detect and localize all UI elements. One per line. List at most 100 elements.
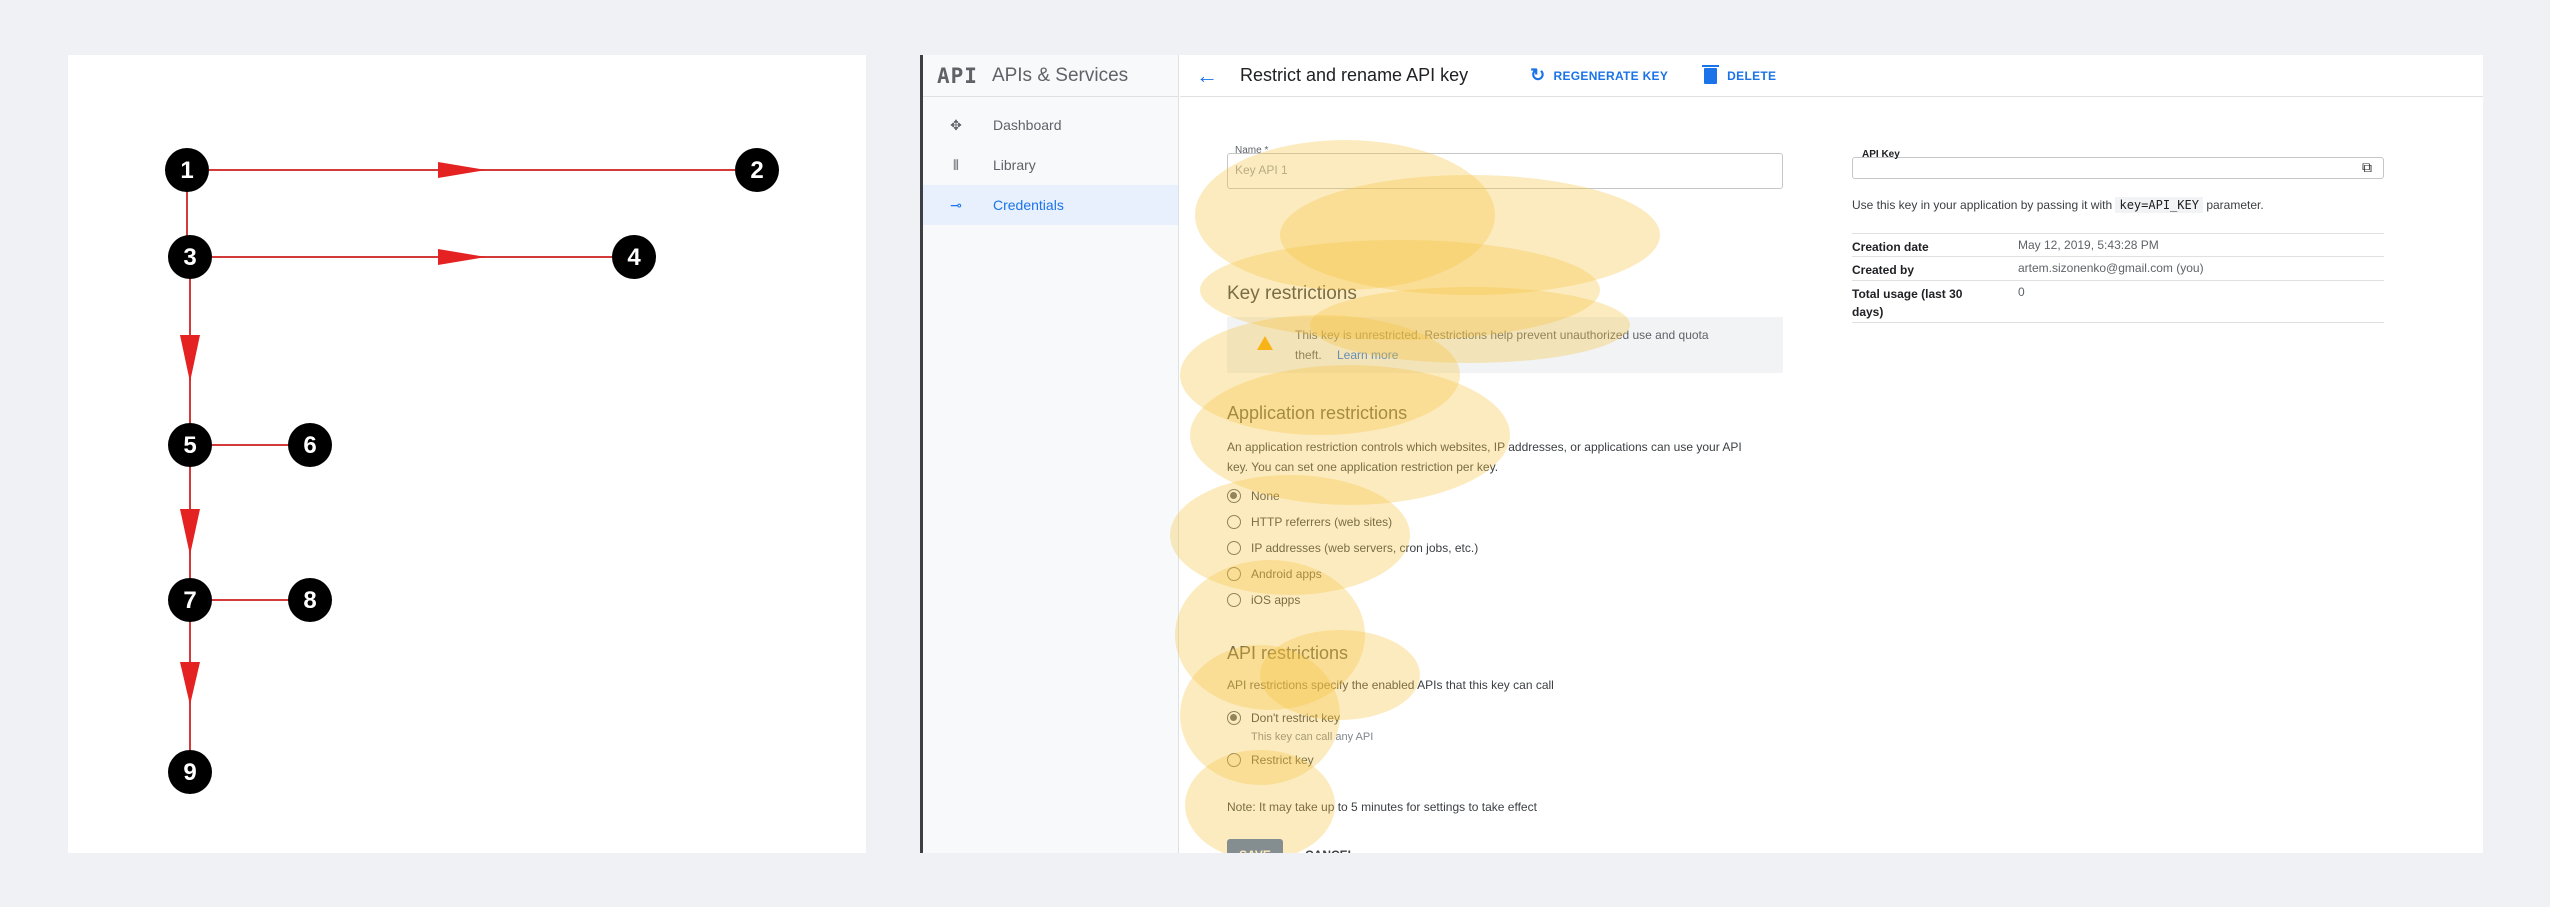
- learn-more-link[interactable]: Learn more: [1337, 345, 1398, 365]
- regenerate-key-button[interactable]: ↻ REGENERATE KEY: [1530, 65, 1668, 86]
- app-option-label: HTTP referrers (web sites): [1251, 515, 1393, 529]
- arrow-3-4: [438, 249, 486, 265]
- app-option-none[interactable]: None: [1227, 489, 1280, 503]
- creation-date-row: Creation date May 12, 2019, 5:43:28 PM: [1852, 233, 2384, 257]
- sidebar-item-library[interactable]: ⦀ Library: [923, 145, 1178, 185]
- svg-text:1: 1: [180, 157, 193, 184]
- app-option-ip-addresses[interactable]: IP addresses (web servers, cron jobs, et…: [1227, 541, 1478, 555]
- name-field[interactable]: [1227, 153, 1783, 189]
- app-option-label: None: [1251, 489, 1280, 503]
- api-option-label: Restrict key: [1251, 753, 1314, 767]
- radio-selected[interactable]: [1227, 711, 1241, 725]
- api-key-field[interactable]: [1852, 157, 2384, 179]
- created-by-row: Created by artem.sizonenko@gmail.com (yo…: [1852, 257, 2384, 281]
- radio[interactable]: [1227, 567, 1241, 581]
- app-option-label: iOS apps: [1251, 593, 1301, 607]
- node-6: 6: [288, 423, 332, 467]
- api-option-restrict[interactable]: Restrict key: [1227, 753, 1314, 767]
- radio[interactable]: [1227, 541, 1241, 555]
- delete-button[interactable]: DELETE: [1702, 64, 1777, 84]
- total-usage-key: Total usage (last 30 days): [1852, 287, 1963, 319]
- top-bar: ← Restrict and rename API key ↻ REGENERA…: [1180, 55, 2483, 97]
- usage-hint-suffix: parameter.: [2206, 198, 2264, 212]
- api-key-label: API Key: [1862, 149, 1900, 160]
- api-option-sublabel: This key can call any API: [1251, 731, 1374, 743]
- arrow-1-2: [438, 162, 486, 178]
- node-3: 3: [168, 235, 212, 279]
- flow-diagram: 1 2 3 4 5 6 7 8 9: [165, 148, 779, 794]
- sidebar-item-label: Credentials: [993, 197, 1064, 213]
- page-title: Restrict and rename API key: [1240, 65, 1469, 85]
- restrict-key-form: Name * Key API 1 Key restrictions This k…: [1227, 97, 1787, 853]
- node-9: 9: [168, 750, 212, 794]
- console-screenshot: API APIs & Services ✥ Dashboard ⦀ Librar…: [920, 55, 2483, 853]
- node-7: 7: [168, 578, 212, 622]
- unrestricted-warning: This key is unrestricted. Restrictions h…: [1227, 317, 1783, 373]
- app-restrictions-heading: Application restrictions: [1227, 403, 1408, 423]
- usage-hint: Use this key in your application by pass…: [1852, 195, 2264, 215]
- svg-text:6: 6: [303, 432, 316, 459]
- svg-text:9: 9: [183, 759, 196, 786]
- trash-icon: [1702, 64, 1720, 84]
- api-option-label: Don't restrict key: [1251, 711, 1340, 725]
- settings-note: Note: It may take up to 5 minutes for se…: [1227, 800, 1537, 814]
- svg-text:8: 8: [303, 587, 316, 614]
- svg-text:4: 4: [627, 244, 641, 271]
- node-2: 2: [735, 148, 779, 192]
- api-key-info: API Key ⧉ Use this key in your applicati…: [1852, 97, 2452, 497]
- usage-code: key=API_KEY: [2115, 197, 2203, 213]
- app-restrictions-description: An application restriction controls whic…: [1227, 440, 1742, 454]
- flow-diagram-panel: 1 2 3 4 5 6 7 8 9: [68, 55, 866, 853]
- delete-label: DELETE: [1727, 68, 1777, 83]
- arrow-7-9: [180, 662, 200, 705]
- total-usage-row: Total usage (last 30 days) 0: [1852, 281, 2384, 323]
- sidebar: API APIs & Services ✥ Dashboard ⦀ Librar…: [923, 55, 1179, 853]
- app-option-ios[interactable]: iOS apps: [1227, 593, 1300, 607]
- name-field-value: Key API 1: [1235, 163, 1288, 177]
- svg-text:5: 5: [183, 432, 196, 459]
- api-restrictions-description: API restrictions specify the enabled API…: [1227, 678, 1554, 692]
- creation-date-key: Creation date: [1852, 240, 1929, 254]
- key-icon: ⊸: [950, 196, 962, 213]
- sidebar-item-label: Dashboard: [993, 117, 1062, 133]
- app-option-android[interactable]: Android apps: [1227, 567, 1322, 581]
- api-restrictions-heading: API restrictions: [1227, 643, 1349, 663]
- node-8: 8: [288, 578, 332, 622]
- save-button[interactable]: SAVE: [1227, 839, 1283, 853]
- warning-text-line2: theft.: [1295, 348, 1322, 362]
- app-option-http-referrers[interactable]: HTTP referrers (web sites): [1227, 515, 1392, 529]
- library-icon: ⦀: [952, 156, 960, 173]
- node-4: 4: [612, 235, 656, 279]
- svg-text:7: 7: [183, 587, 196, 614]
- created-by-value: artem.sizonenko@gmail.com (you): [2018, 261, 2204, 275]
- warning-icon: [1257, 336, 1273, 350]
- app-option-label: IP addresses (web servers, cron jobs, et…: [1251, 541, 1479, 555]
- api-option-dont-restrict[interactable]: Don't restrict key: [1227, 711, 1340, 725]
- regenerate-key-label: REGENERATE KEY: [1553, 68, 1669, 83]
- radio[interactable]: [1227, 753, 1241, 767]
- sidebar-item-dashboard[interactable]: ✥ Dashboard: [923, 105, 1178, 145]
- radio[interactable]: [1227, 593, 1241, 607]
- creation-date-value: May 12, 2019, 5:43:28 PM: [2018, 238, 2159, 252]
- node-5: 5: [168, 423, 212, 467]
- radio-selected[interactable]: [1227, 489, 1241, 503]
- app-restrictions-description-line2: key. You can set one application restric…: [1227, 460, 1499, 474]
- created-by-key: Created by: [1852, 263, 1915, 277]
- app-option-label: Android apps: [1251, 567, 1322, 581]
- api-logo: API: [937, 63, 978, 88]
- cancel-button[interactable]: CANCEL: [1305, 839, 1355, 853]
- svg-text:2: 2: [750, 157, 763, 184]
- refresh-icon: ↻: [1530, 65, 1546, 85]
- sidebar-item-label: Library: [993, 157, 1036, 173]
- node-1: 1: [165, 148, 209, 192]
- sidebar-item-credentials[interactable]: ⊸ Credentials: [923, 185, 1178, 225]
- back-arrow-icon[interactable]: ←: [1196, 63, 1218, 89]
- svg-text:3: 3: [183, 244, 196, 271]
- copy-icon[interactable]: ⧉: [2362, 159, 2372, 176]
- radio[interactable]: [1227, 515, 1241, 529]
- arrow-3-5: [180, 335, 200, 382]
- total-usage-value: 0: [2018, 285, 2025, 299]
- sidebar-header: API APIs & Services: [923, 55, 1178, 97]
- sidebar-title: APIs & Services: [991, 64, 1129, 86]
- warning-text: This key is unrestricted. Restrictions h…: [1295, 328, 1709, 342]
